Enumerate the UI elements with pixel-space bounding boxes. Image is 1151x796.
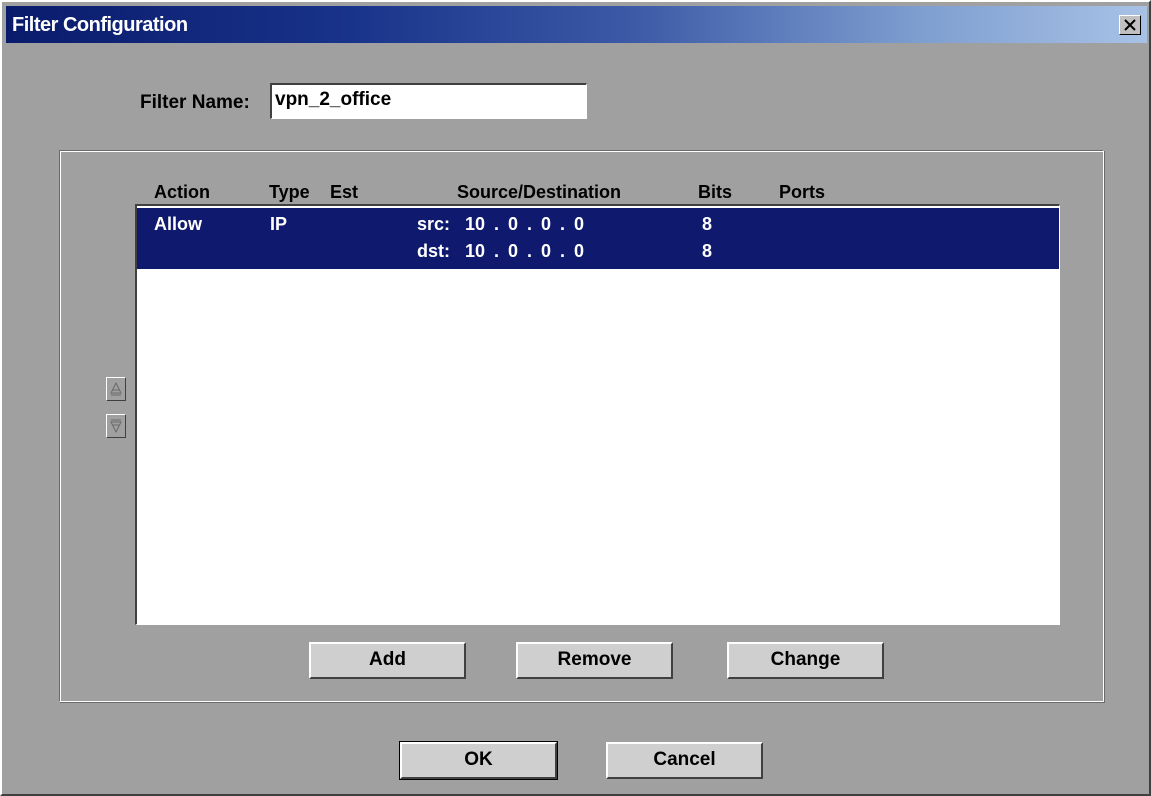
column-header-source-destination: Source/Destination <box>457 182 622 202</box>
ok-button[interactable]: OK <box>399 741 558 780</box>
row-type: IP <box>270 214 288 234</box>
row-src-address: 10 . 0 . 0 . 0 <box>465 214 585 234</box>
close-button[interactable] <box>1119 15 1141 35</box>
close-icon <box>1124 19 1136 31</box>
row-src-label: src: <box>417 214 451 234</box>
move-up-icon <box>110 381 122 396</box>
table-row[interactable]: Allow IP src: 10 . 0 . 0 . 0 8 dst: 10 .… <box>137 208 1059 269</box>
change-button[interactable]: Change <box>727 642 884 679</box>
add-button[interactable]: Add <box>309 642 466 679</box>
column-header-action: Action <box>154 182 210 202</box>
column-header-type: Type <box>269 182 310 202</box>
remove-button[interactable]: Remove <box>516 642 673 679</box>
row-dst-address: 10 . 0 . 0 . 0 <box>465 241 585 261</box>
filter-name-input[interactable] <box>270 83 587 119</box>
column-header-est: Est <box>330 182 359 202</box>
window-title: Filter Configuration <box>12 14 188 36</box>
row-dst-label: dst: <box>417 241 450 261</box>
title-bar[interactable]: Filter Configuration <box>6 6 1147 43</box>
row-dst-bits: 8 <box>702 241 713 261</box>
cancel-button[interactable]: Cancel <box>606 742 763 779</box>
filter-rules-list[interactable]: Allow IP src: 10 . 0 . 0 . 0 8 dst: 10 .… <box>135 204 1060 625</box>
row-action: Allow <box>154 214 202 234</box>
move-up-button[interactable] <box>106 377 126 401</box>
filter-configuration-dialog: Filter Configuration Filter Name: Action… <box>0 0 1151 796</box>
move-down-icon <box>110 419 122 434</box>
column-header-ports: Ports <box>779 182 826 202</box>
filter-name-label: Filter Name: <box>140 92 250 113</box>
row-src-bits: 8 <box>702 214 713 234</box>
move-down-button[interactable] <box>106 414 126 438</box>
column-header-bits: Bits <box>698 182 733 202</box>
